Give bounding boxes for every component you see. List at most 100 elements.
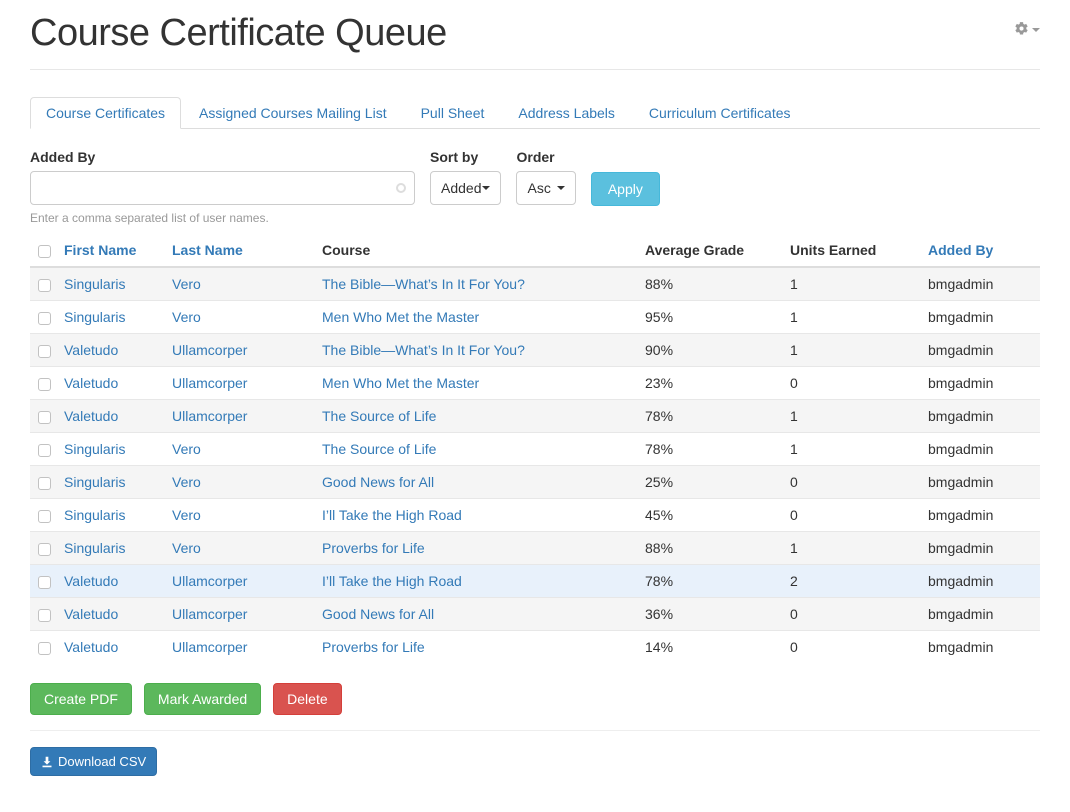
last-name-link[interactable]: Ullamcorper <box>172 342 247 358</box>
tab-assigned-courses-mailing-list[interactable]: Assigned Courses Mailing List <box>183 97 403 129</box>
course-link[interactable]: The Bible—What’s In It For You? <box>322 342 525 358</box>
mark-awarded-button[interactable]: Mark Awarded <box>144 683 261 715</box>
units-earned-cell: 1 <box>782 301 920 334</box>
last-name-link[interactable]: Ullamcorper <box>172 573 247 589</box>
sort-last-name-link[interactable]: Last Name <box>172 242 243 258</box>
last-name-link[interactable]: Vero <box>172 276 201 292</box>
tab-address-labels-label[interactable]: Address Labels <box>502 97 631 129</box>
first-name-link[interactable]: Valetudo <box>64 639 118 655</box>
course-link[interactable]: I’ll Take the High Road <box>322 507 462 523</box>
first-name-link[interactable]: Valetudo <box>64 606 118 622</box>
row-checkbox[interactable] <box>38 609 51 622</box>
last-name-cell: Vero <box>164 433 314 466</box>
units-earned-cell: 1 <box>782 433 920 466</box>
row-checkbox[interactable] <box>38 576 51 589</box>
first-name-cell: Singularis <box>56 466 164 499</box>
row-checkbox[interactable] <box>38 345 51 358</box>
row-checkbox[interactable] <box>38 510 51 523</box>
tab-curriculum-certificates-label[interactable]: Curriculum Certificates <box>633 97 807 129</box>
last-name-link[interactable]: Vero <box>172 507 201 523</box>
average-grade-cell: 90% <box>637 334 782 367</box>
units-earned-cell: 1 <box>782 267 920 301</box>
course-link[interactable]: The Source of Life <box>322 441 436 457</box>
select-all-checkbox[interactable] <box>38 245 51 258</box>
delete-button[interactable]: Delete <box>273 683 341 715</box>
table-row: SingularisVeroMen Who Met the Master95%1… <box>30 301 1040 334</box>
sort-added-by-link[interactable]: Added By <box>928 242 993 258</box>
tab-address-labels[interactable]: Address Labels <box>502 97 631 129</box>
create-pdf-button[interactable]: Create PDF <box>30 683 132 715</box>
course-link[interactable]: Proverbs for Life <box>322 540 425 556</box>
first-name-link[interactable]: Singularis <box>64 309 125 325</box>
download-icon <box>41 756 53 768</box>
first-name-link[interactable]: Singularis <box>64 441 125 457</box>
course-link[interactable]: The Source of Life <box>322 408 436 424</box>
added-by-filter-group: Added By Enter a comma separated list of… <box>30 149 415 225</box>
row-checkbox[interactable] <box>38 543 51 556</box>
course-link[interactable]: Good News for All <box>322 474 434 490</box>
course-cell: Men Who Met the Master <box>314 367 637 400</box>
course-link[interactable]: Good News for All <box>322 606 434 622</box>
order-group: Order Asc <box>516 149 575 205</box>
first-name-link[interactable]: Singularis <box>64 276 125 292</box>
tab-course-certificates[interactable]: Course Certificates <box>30 97 181 129</box>
first-name-link[interactable]: Valetudo <box>64 342 118 358</box>
column-header-last-name: Last Name <box>164 234 314 267</box>
last-name-link[interactable]: Ullamcorper <box>172 606 247 622</box>
course-certificate-queue-page: Course Certificate Queue Course Certific… <box>0 12 1070 776</box>
course-link[interactable]: Men Who Met the Master <box>322 309 479 325</box>
course-link[interactable]: Proverbs for Life <box>322 639 425 655</box>
first-name-link[interactable]: Valetudo <box>64 375 118 391</box>
course-link[interactable]: I’ll Take the High Road <box>322 573 462 589</box>
order-value: Asc <box>527 180 550 196</box>
sort-first-name-link[interactable]: First Name <box>64 242 136 258</box>
apply-button[interactable]: Apply <box>591 172 660 206</box>
tab-curriculum-certificates[interactable]: Curriculum Certificates <box>633 97 807 129</box>
last-name-link[interactable]: Ullamcorper <box>172 375 247 391</box>
sort-by-dropdown[interactable]: Added <box>430 171 501 205</box>
last-name-cell: Vero <box>164 466 314 499</box>
last-name-link[interactable]: Vero <box>172 441 201 457</box>
first-name-cell: Valetudo <box>56 334 164 367</box>
tab-assigned-courses-mailing-list-label[interactable]: Assigned Courses Mailing List <box>183 97 403 129</box>
order-dropdown[interactable]: Asc <box>516 171 575 205</box>
apply-group: Apply <box>591 172 660 206</box>
last-name-cell: Vero <box>164 499 314 532</box>
last-name-link[interactable]: Vero <box>172 540 201 556</box>
row-checkbox[interactable] <box>38 444 51 457</box>
row-checkbox[interactable] <box>38 411 51 424</box>
last-name-link[interactable]: Ullamcorper <box>172 408 247 424</box>
course-link[interactable]: The Bible—What’s In It For You? <box>322 276 525 292</box>
token-input-indicator-icon <box>396 183 406 193</box>
first-name-link[interactable]: Singularis <box>64 507 125 523</box>
row-checkbox[interactable] <box>38 642 51 655</box>
tab-pull-sheet-label[interactable]: Pull Sheet <box>405 97 501 129</box>
last-name-link[interactable]: Ullamcorper <box>172 639 247 655</box>
settings-menu-button[interactable] <box>1014 21 1040 36</box>
first-name-cell: Valetudo <box>56 565 164 598</box>
row-checkbox[interactable] <box>38 279 51 292</box>
row-checkbox[interactable] <box>38 378 51 391</box>
first-name-cell: Singularis <box>56 499 164 532</box>
first-name-cell: Valetudo <box>56 400 164 433</box>
tab-course-certificates-label[interactable]: Course Certificates <box>30 97 181 129</box>
added-by-cell: bmgadmin <box>920 400 1040 433</box>
first-name-link[interactable]: Singularis <box>64 540 125 556</box>
first-name-link[interactable]: Valetudo <box>64 573 118 589</box>
first-name-link[interactable]: Valetudo <box>64 408 118 424</box>
row-checkbox[interactable] <box>38 312 51 325</box>
tab-pull-sheet[interactable]: Pull Sheet <box>405 97 501 129</box>
course-link[interactable]: Men Who Met the Master <box>322 375 479 391</box>
download-csv-label: Download CSV <box>58 754 146 769</box>
row-checkbox[interactable] <box>38 477 51 490</box>
table-row: SingularisVeroThe Source of Life78%1bmga… <box>30 433 1040 466</box>
added-by-input[interactable] <box>30 171 415 205</box>
added-by-cell: bmgadmin <box>920 433 1040 466</box>
units-earned-cell: 0 <box>782 598 920 631</box>
last-name-link[interactable]: Vero <box>172 309 201 325</box>
last-name-link[interactable]: Vero <box>172 474 201 490</box>
download-csv-button[interactable]: Download CSV <box>30 747 157 776</box>
table-row: SingularisVeroI’ll Take the High Road45%… <box>30 499 1040 532</box>
table-row: ValetudoUllamcorperThe Source of Life78%… <box>30 400 1040 433</box>
first-name-link[interactable]: Singularis <box>64 474 125 490</box>
